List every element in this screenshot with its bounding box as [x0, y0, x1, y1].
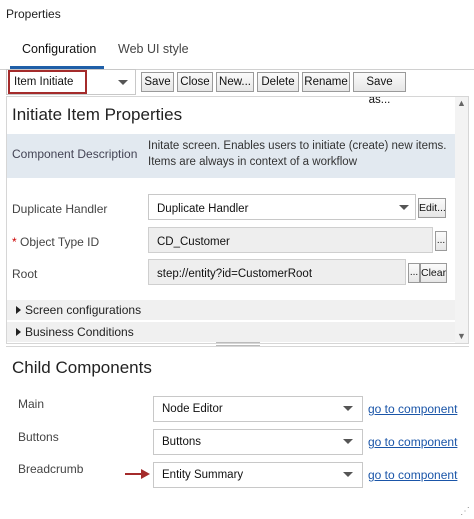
edit-duplicate-handler-button[interactable]: Edit...	[418, 198, 446, 218]
scroll-down-icon[interactable]: ▼	[457, 331, 466, 341]
screen-configurations-label[interactable]: Screen configurations	[25, 303, 141, 317]
chevron-down-icon[interactable]	[343, 406, 353, 411]
root-label: Root	[12, 267, 38, 281]
child-label-main: Main	[18, 397, 45, 411]
chevron-down-icon[interactable]	[343, 439, 353, 444]
expand-icon[interactable]	[16, 306, 21, 314]
expand-icon[interactable]	[16, 328, 21, 336]
panel-title: Properties	[6, 7, 61, 21]
properties-title: Initiate Item Properties	[12, 105, 183, 124]
go-to-buttons-component-link[interactable]: go to component	[368, 435, 457, 449]
chevron-down-icon[interactable]	[343, 472, 353, 477]
object-type-value: CD_Customer	[157, 236, 230, 248]
root-clear-button[interactable]: Clear	[420, 263, 447, 283]
close-button[interactable]: Close	[177, 72, 213, 92]
go-to-breadcrumb-component-link[interactable]: go to component	[368, 468, 457, 482]
save-button[interactable]: Save	[141, 72, 174, 92]
tab-configuration[interactable]: Configuration	[22, 42, 96, 56]
screen-select-value: Item Initiate	[14, 76, 74, 88]
tab-web-ui-style[interactable]: Web UI style	[118, 42, 189, 56]
duplicate-handler-label: Duplicate Handler	[12, 202, 108, 216]
breadcrumb-component-value: Entity Summary	[162, 469, 244, 481]
business-conditions-label[interactable]: Business Conditions	[25, 325, 134, 339]
object-type-browse-button[interactable]: ...	[435, 231, 447, 251]
component-description-text: Initate screen. Enables users to initiat…	[148, 140, 447, 168]
root-value: step://entity?id=CustomerRoot	[157, 268, 313, 280]
main-component-value: Node Editor	[162, 403, 223, 415]
required-marker: *	[12, 235, 17, 249]
delete-button[interactable]: Delete	[257, 72, 299, 92]
root-browse-button[interactable]: ...	[408, 263, 420, 283]
vertical-scrollbar[interactable]	[455, 97, 468, 343]
component-description-label: Component Description	[12, 147, 138, 161]
scroll-up-icon[interactable]: ▲	[457, 98, 466, 108]
duplicate-handler-value: Duplicate Handler	[157, 203, 249, 215]
save-as-button[interactable]: Save as...	[353, 72, 406, 106]
child-components-title: Child Components	[12, 358, 152, 377]
splitter-divider	[6, 346, 469, 347]
buttons-component-value: Buttons	[162, 436, 201, 448]
object-type-label: * Object Type ID	[12, 235, 99, 249]
new-button[interactable]: New...	[216, 72, 254, 92]
go-to-main-component-link[interactable]: go to component	[368, 402, 457, 416]
object-type-label-text: Object Type ID	[20, 235, 100, 249]
chevron-down-icon[interactable]	[399, 205, 409, 210]
chevron-down-icon[interactable]	[118, 80, 128, 85]
child-label-buttons: Buttons	[18, 430, 59, 444]
child-label-breadcrumb: Breadcrumb	[18, 462, 84, 476]
rename-button[interactable]: Rename	[302, 72, 350, 92]
callout-arrow-head	[141, 469, 150, 479]
resize-grip-icon[interactable]: ⋰	[460, 506, 470, 517]
